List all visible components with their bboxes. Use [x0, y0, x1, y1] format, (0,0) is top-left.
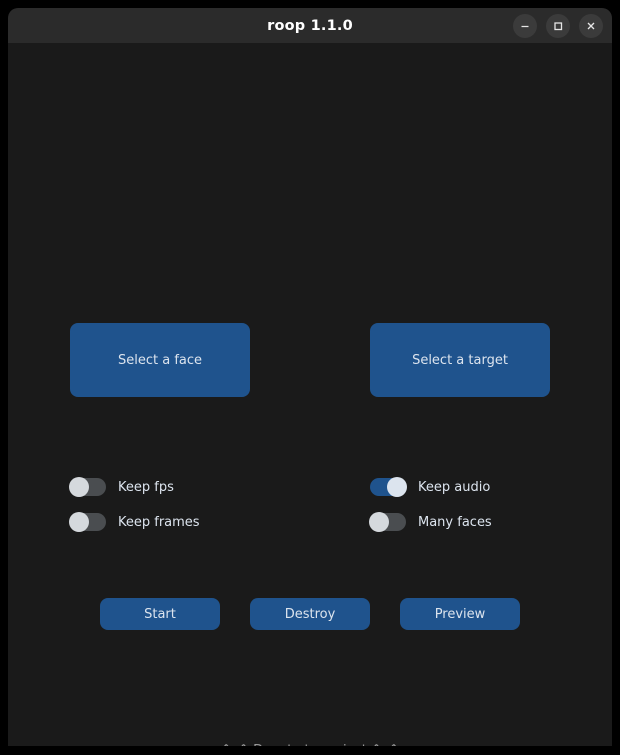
start-button[interactable]: Start — [100, 598, 220, 630]
switch-keep-fps[interactable]: Keep fps — [69, 476, 174, 498]
close-button[interactable] — [579, 13, 603, 38]
switch-many-faces-track[interactable] — [369, 512, 406, 532]
close-icon — [585, 20, 597, 32]
screen: roop 1.1.0 Select a face Select a target… — [0, 0, 620, 755]
switch-keep-fps-label: Keep fps — [118, 479, 174, 495]
switch-keep-fps-track[interactable] — [69, 477, 106, 497]
maximize-icon — [552, 20, 564, 32]
maximize-button[interactable] — [546, 13, 570, 38]
minimize-icon — [519, 20, 531, 32]
switch-keep-frames-track[interactable] — [69, 512, 106, 532]
switch-keep-frames-knob — [69, 512, 89, 532]
destroy-button[interactable]: Destroy — [250, 598, 370, 630]
switch-many-faces-knob — [369, 512, 389, 532]
switch-keep-audio-track[interactable] — [370, 477, 407, 497]
app-window: roop 1.1.0 Select a face Select a target… — [8, 8, 612, 746]
donate-link[interactable]: ^_^ Donate to project ^_^ — [221, 743, 400, 747]
switch-many-faces[interactable]: Many faces — [369, 511, 492, 533]
switch-keep-audio-label: Keep audio — [418, 479, 491, 495]
window-title: roop 1.1.0 — [267, 17, 353, 34]
switch-keep-fps-knob — [69, 477, 89, 497]
status-bar: ^_^ Donate to project ^_^ — [8, 738, 612, 747]
switch-keep-frames[interactable]: Keep frames — [69, 511, 200, 533]
options-group: Keep fps Keep frames Keep audio Many fac… — [8, 468, 612, 533]
switch-keep-audio-knob — [387, 477, 407, 497]
switch-many-faces-label: Many faces — [418, 514, 492, 530]
minimize-button[interactable] — [513, 13, 537, 38]
window-body: Select a face Select a target Keep fps K… — [8, 43, 612, 746]
switch-keep-frames-label: Keep frames — [118, 514, 200, 530]
window-controls — [513, 8, 603, 43]
preview-button[interactable]: Preview — [400, 598, 520, 630]
select-face-button[interactable]: Select a face — [70, 323, 250, 397]
title-bar[interactable]: roop 1.1.0 — [8, 8, 612, 43]
select-target-button[interactable]: Select a target — [370, 323, 550, 397]
action-button-row: Start Destroy Preview — [8, 598, 612, 630]
switch-keep-audio[interactable]: Keep audio — [370, 476, 490, 498]
source-target-row: Select a face Select a target — [8, 323, 612, 397]
preview-area — [8, 43, 612, 315]
